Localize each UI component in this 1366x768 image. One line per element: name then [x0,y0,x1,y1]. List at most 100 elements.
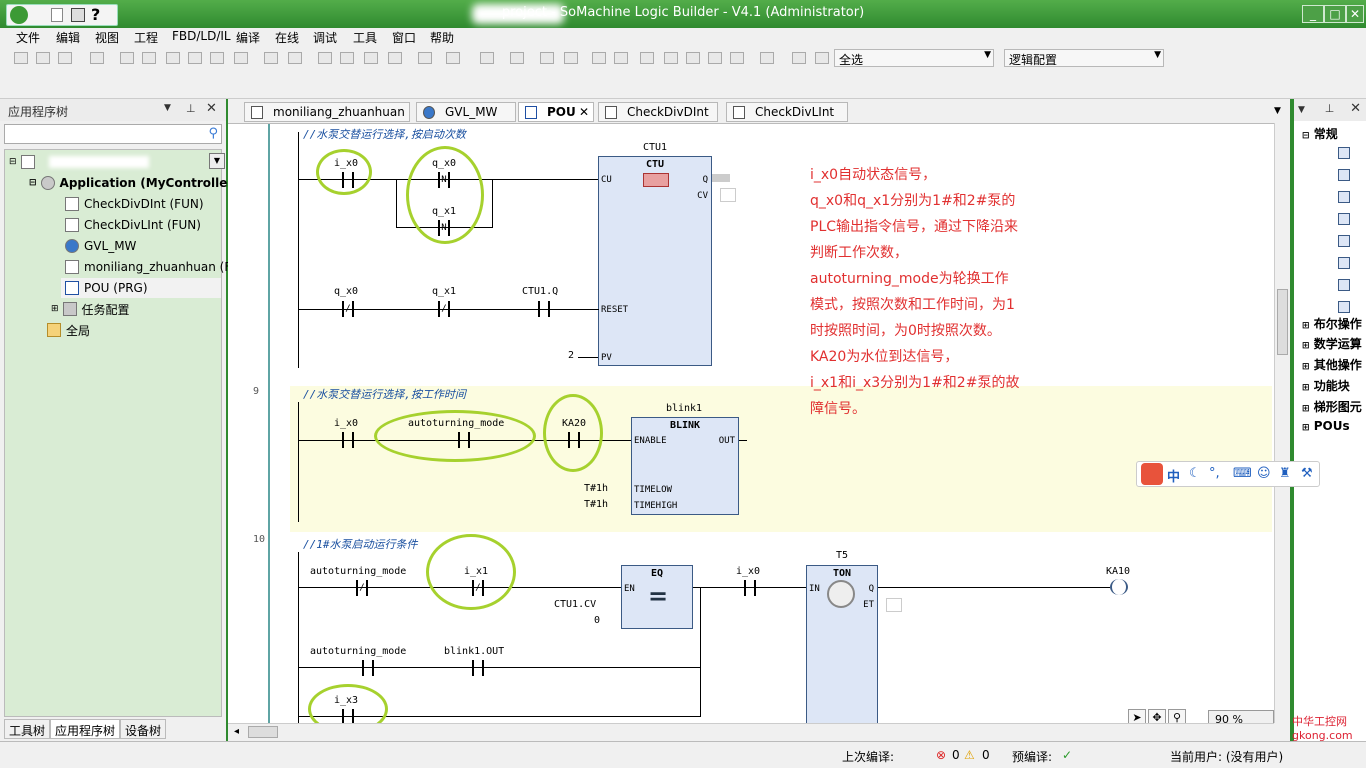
toolbox-item-icon[interactable] [1338,301,1350,313]
menu-debug[interactable]: 调试 [313,29,337,46]
section-pous[interactable]: ⊞ POUs [1302,419,1350,433]
tab-moniliang[interactable]: moniliang_zhuanhuan [244,102,410,122]
tree-item-checkdivdint[interactable]: CheckDivDInt (FUN) [65,194,204,214]
menu-help[interactable]: 帮助 [430,29,454,46]
step-over-icon[interactable] [664,52,678,64]
moon-icon[interactable]: ☾ [1189,466,1201,481]
tab-device-tree[interactable]: 设备树 [120,719,167,739]
device-icon[interactable] [510,52,524,64]
coil-ka10[interactable] [1110,579,1128,595]
function-block-ctu[interactable]: CTU CU Q CV RESET PV [598,156,712,366]
chevron-down-icon[interactable]: ▼ [209,153,225,169]
collapse-icon[interactable]: ⊟ [9,157,17,167]
tree-item-gvl-mw[interactable]: GVL_MW [65,236,136,256]
tab-pou[interactable]: POU ✕ [518,102,594,122]
print-icon[interactable] [90,52,104,64]
redo-icon[interactable] [142,52,156,64]
cut-icon[interactable] [166,52,180,64]
step-into-icon[interactable] [686,52,700,64]
tree-item-application[interactable]: ⊟ Application (MyController) [29,173,239,193]
contact-q-x1-nc[interactable]: / [434,301,454,317]
window-icon[interactable] [418,52,432,64]
menu-window[interactable]: 窗口 [392,29,416,46]
function-block-ton[interactable]: TON IN Q ET [806,565,878,723]
scrollbar-thumb[interactable] [248,726,278,738]
menu-edit[interactable]: 编辑 [56,29,80,46]
minimize-button[interactable]: _ [1302,5,1324,23]
delete-icon[interactable] [234,52,248,64]
close-tab-icon[interactable]: ✕ [579,105,589,119]
screen-icon[interactable] [792,52,806,64]
run-icon[interactable] [592,52,606,64]
tree-item-moniliang[interactable]: moniliang_zhuanhuan (FB) [65,257,244,277]
panel-close-icon[interactable]: ✕ [206,101,217,116]
zoom-icon[interactable]: ⚲ [1168,709,1186,723]
ladder-canvas[interactable]: //水泵交替运行选择,按启动次数 i_x0 q_x0 N q_x1 N CTU1… [228,123,1274,723]
open-file-icon[interactable] [36,52,50,64]
copy-icon[interactable] [188,52,202,64]
select-icon[interactable] [815,52,829,64]
close-button[interactable]: ✕ [1346,5,1364,23]
contact-i-x0[interactable] [740,580,760,596]
tree-item-global[interactable]: 全局 [47,320,90,340]
tree-item-task-config[interactable]: ⊞ 任务配置 [51,299,130,319]
pin-icon[interactable]: ⊥ [186,102,196,115]
section-function-blocks[interactable]: ⊞ 功能块 [1302,377,1350,394]
breakpoint-toggle-icon[interactable] [364,52,378,64]
step-next-icon[interactable] [730,52,744,64]
undo-icon[interactable] [120,52,134,64]
move-icon[interactable]: ✥ [1148,709,1166,723]
function-block-eq[interactable]: EQ EN = [621,565,693,629]
pointer-icon[interactable]: ➤ [1128,709,1146,723]
vertical-scrollbar[interactable] [1274,123,1290,723]
contact-i-x0[interactable] [338,432,358,448]
toolbox-item-icon[interactable] [1338,235,1350,247]
maximize-button[interactable]: □ [1324,5,1346,23]
breakpoint-clear-icon[interactable] [388,52,402,64]
tab-gvl-mw[interactable]: GVL_MW [416,102,516,122]
login-icon[interactable] [540,52,554,64]
tab-application-tree[interactable]: 应用程序树 [50,719,121,739]
output-q-box[interactable] [712,174,730,182]
tab-checkdivdint[interactable]: CheckDivDInt [598,102,718,122]
breakpoint-icon[interactable] [318,52,332,64]
find-icon[interactable] [264,52,278,64]
skin-icon[interactable]: ♜ [1279,466,1291,481]
punctuation-icon[interactable]: °, [1209,466,1220,481]
reset-icon[interactable] [640,52,654,64]
wrench-icon[interactable]: ⚒ [1301,466,1313,481]
build-icon[interactable] [446,52,460,64]
scroll-left-icon[interactable]: ◂ [234,726,239,737]
panel-close-icon[interactable]: ✕ [1350,101,1361,116]
arrow-right-icon[interactable] [760,52,774,64]
tab-list-icon[interactable]: ▼ [1274,106,1281,116]
toolbox-item-icon[interactable] [1338,191,1350,203]
output-et-box[interactable] [886,598,902,612]
menu-project[interactable]: 工程 [134,29,158,46]
output-cv-box[interactable] [720,188,736,202]
breakpoint-new-icon[interactable] [340,52,354,64]
contact-blink1-out[interactable] [468,660,488,676]
menu-online[interactable]: 在线 [275,29,299,46]
panel-menu-icon[interactable]: ▼ [1298,105,1305,115]
scrollbar-thumb[interactable] [1277,289,1288,355]
section-math[interactable]: ⊞ 数学运算 [1302,335,1362,352]
copy-window-icon[interactable] [480,52,494,64]
select-all-combo[interactable]: 全选 ▼ [834,49,994,67]
toolbox-item-icon[interactable] [1338,279,1350,291]
pin-icon[interactable]: ⊥ [1325,102,1335,115]
function-block-blink[interactable]: BLINK ENABLE OUT TIMELOW TIMEHIGH [631,417,739,515]
paste-icon[interactable] [210,52,224,64]
step-out-icon[interactable] [708,52,722,64]
ime-toolbar[interactable]: 中 ☾ °, ⌨ ☺ ♜ ⚒ [1136,461,1320,487]
tree-item-checkdivlint[interactable]: CheckDivLInt (FUN) [65,215,201,235]
section-ladder[interactable]: ⊞ 梯形图元 [1302,398,1362,415]
ime-chinese-mode[interactable]: 中 [1167,466,1180,485]
save-file-icon[interactable] [58,52,72,64]
section-bool[interactable]: ⊞ 布尔操作 [1302,315,1362,332]
tree-item-pou[interactable]: POU (PRG) [61,278,221,298]
menu-fbd[interactable]: FBD/LD/IL [172,29,231,43]
zoom-level[interactable]: 90 % [1208,710,1274,723]
menu-tools[interactable]: 工具 [353,29,377,46]
tab-checkdivlint[interactable]: CheckDivLInt [726,102,848,122]
